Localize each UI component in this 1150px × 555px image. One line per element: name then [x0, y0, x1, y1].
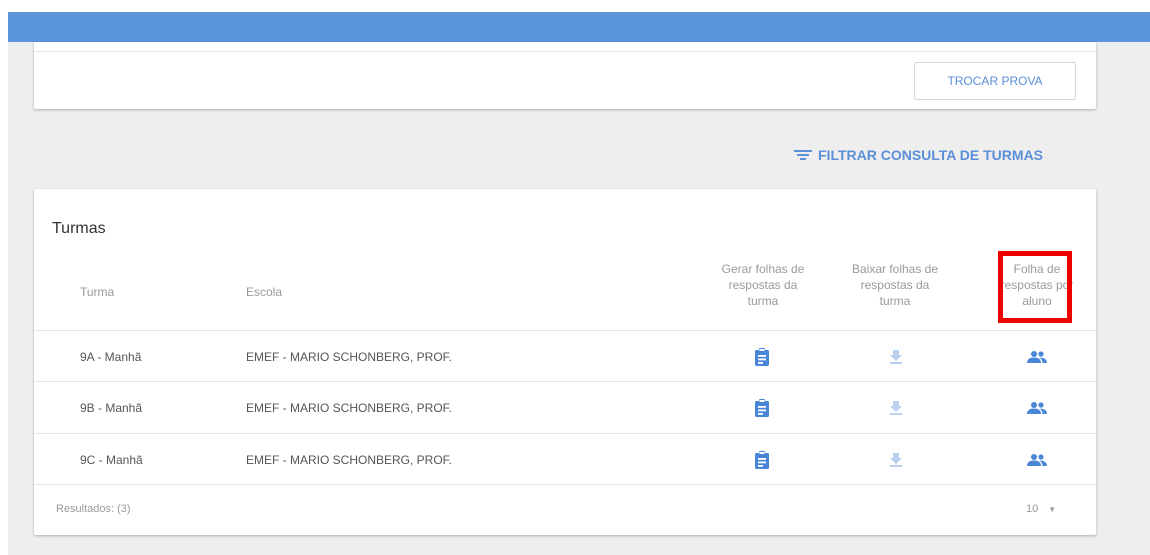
download-icon[interactable]	[876, 434, 916, 485]
column-header-student-sheet: Folha de respostas por aluno	[982, 261, 1092, 309]
top-app-bar	[8, 12, 1150, 42]
header-line: Folha de	[1013, 262, 1061, 276]
column-header-escola: Escola	[246, 285, 283, 299]
header-line: respostas por	[1000, 278, 1074, 292]
turma-cell: 9C - Manhã	[80, 452, 143, 467]
card-divider	[34, 51, 1096, 52]
download-icon[interactable]	[876, 331, 916, 382]
people-icon[interactable]	[1017, 382, 1057, 433]
header-line: Gerar folhas de	[721, 262, 805, 276]
filter-list-icon	[794, 149, 812, 161]
table-row: 9A - Manhã EMEF - MARIO SCHONBERG, PROF.	[34, 330, 1096, 381]
results-count: Resultados: (3)	[56, 503, 131, 515]
classes-card: Turmas Turma Escola Gerar folhas de resp…	[34, 189, 1096, 535]
column-header-download: Baixar folhas de respostas da turma	[840, 261, 950, 309]
header-line: aluno	[1022, 294, 1052, 308]
header-line: turma	[747, 294, 779, 308]
header-line: respostas da	[860, 278, 930, 292]
people-icon[interactable]	[1017, 331, 1057, 382]
classes-title: Turmas	[52, 220, 106, 237]
filter-classes-link[interactable]: FILTRAR CONSULTA DE TURMAS	[794, 145, 1043, 165]
escola-cell: EMEF - MARIO SCHONBERG, PROF.	[246, 400, 453, 415]
download-icon[interactable]	[876, 382, 916, 433]
table-row: 9B - Manhã EMEF - MARIO SCHONBERG, PROF.	[34, 381, 1096, 432]
column-header-generate: Gerar folhas de respostas da turma	[708, 261, 818, 309]
people-icon[interactable]	[1017, 434, 1057, 485]
page-size-value: 10	[1026, 503, 1039, 515]
clipboard-icon[interactable]	[742, 434, 782, 485]
table-divider	[34, 484, 1096, 485]
escola-cell: EMEF - MARIO SCHONBERG, PROF.	[246, 452, 453, 467]
escola-cell: EMEF - MARIO SCHONBERG, PROF.	[246, 349, 453, 364]
turma-cell: 9B - Manhã	[80, 400, 143, 415]
change-test-button[interactable]: TROCAR PROVA	[914, 62, 1076, 100]
clipboard-icon[interactable]	[742, 382, 782, 433]
clipboard-icon[interactable]	[742, 331, 782, 382]
filter-classes-label: FILTRAR CONSULTA DE TURMAS	[818, 147, 1044, 163]
table-row: 9C - Manhã EMEF - MARIO SCHONBERG, PROF.	[34, 433, 1096, 484]
header-line: Baixar folhas de	[851, 262, 939, 276]
header-line: turma	[879, 294, 911, 308]
column-header-turma: Turma	[80, 285, 115, 299]
header-line: respostas da	[728, 278, 798, 292]
page-size-select[interactable]: 10 ▼	[1026, 503, 1056, 515]
turma-cell: 9A - Manhã	[80, 349, 142, 364]
exam-card: TROCAR PROVA	[34, 42, 1096, 109]
caret-down-icon: ▼	[1048, 504, 1057, 514]
